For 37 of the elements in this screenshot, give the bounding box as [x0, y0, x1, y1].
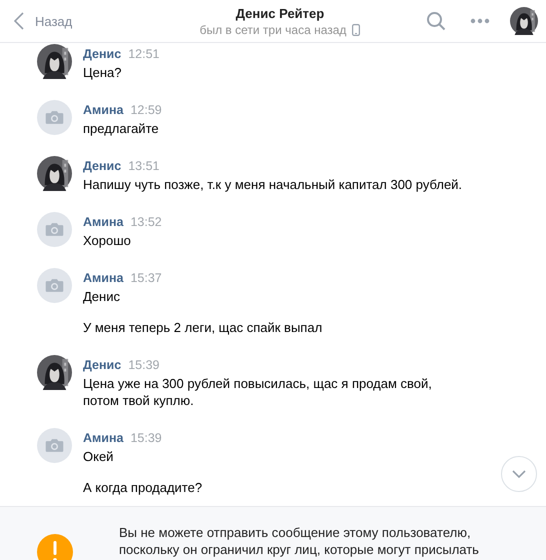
notice-text: Вы не можете отправить сообщение этому пользователю, поскольку он ограничил круг лиц, которые могут присылать	[119, 524, 480, 558]
message-text: А когда продадите?	[83, 479, 202, 496]
message-time: 15:37	[130, 271, 162, 285]
contact-name[interactable]: Денис Рейтер	[236, 6, 324, 20]
sender-name[interactable]: Амина	[83, 271, 124, 285]
message-time: 12:59	[130, 103, 162, 117]
message-text: У меня теперь 2 леги, щас спайк выпал	[83, 319, 322, 336]
message-text: Денис	[83, 288, 121, 305]
phone-icon	[352, 24, 360, 36]
message-time: 15:39	[130, 431, 162, 445]
sender-name[interactable]: Денис	[83, 159, 122, 173]
camera-avatar-icon	[37, 100, 72, 135]
sender-name[interactable]: Денис	[83, 47, 122, 61]
message-time: 13:52	[130, 215, 162, 229]
message-text: Цена?	[83, 64, 122, 81]
message-text: предлагайте	[83, 120, 160, 137]
back-link[interactable]: Назад	[14, 12, 164, 30]
back-chevron-icon	[14, 12, 24, 30]
sender-name[interactable]: Амина	[83, 431, 124, 445]
message-time: 15:39	[128, 358, 160, 372]
sender-name[interactable]: Амина	[83, 215, 124, 229]
chevron-down-icon	[512, 470, 526, 478]
camera-avatar-icon	[37, 268, 72, 303]
online-status: был в сети три часа назад	[200, 22, 346, 36]
message-time: 13:51	[128, 159, 160, 173]
message-text: Цена уже на 300 рублей повысилась, щас я продам свой, потом твой куплю.	[83, 375, 432, 409]
scroll-down-button[interactable]	[501, 456, 537, 492]
message-text: Хорошо	[83, 232, 132, 249]
camera-avatar-icon	[37, 212, 72, 247]
more-icon[interactable]	[470, 18, 490, 24]
sender-name[interactable]: Амина	[83, 103, 124, 117]
sender-name[interactable]: Денис	[83, 358, 122, 372]
message-text: Окей	[83, 448, 114, 465]
message-text: Напишу чуть позже, т.к у меня начальный капитал 300 рублей.	[83, 176, 462, 193]
message-time: 12:51	[128, 47, 160, 61]
camera-avatar-icon	[37, 428, 72, 463]
search-icon[interactable]	[426, 11, 446, 31]
